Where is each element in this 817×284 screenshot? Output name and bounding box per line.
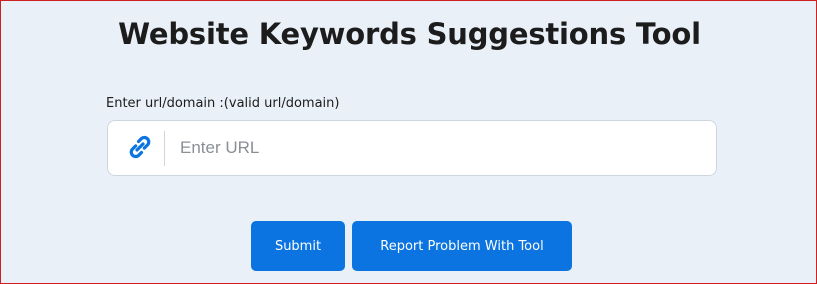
report-problem-button[interactable]: Report Problem With Tool bbox=[352, 221, 572, 271]
url-input[interactable] bbox=[180, 131, 700, 165]
submit-button[interactable]: Submit bbox=[251, 221, 345, 271]
link-icon bbox=[126, 133, 154, 161]
tool-panel: Website Keywords Suggestions Tool Enter … bbox=[0, 0, 817, 284]
page-title: Website Keywords Suggestions Tool bbox=[118, 17, 701, 51]
input-divider bbox=[164, 131, 165, 166]
url-input-group[interactable] bbox=[107, 120, 717, 176]
url-field-label: Enter url/domain :(valid url/domain) bbox=[106, 96, 340, 111]
